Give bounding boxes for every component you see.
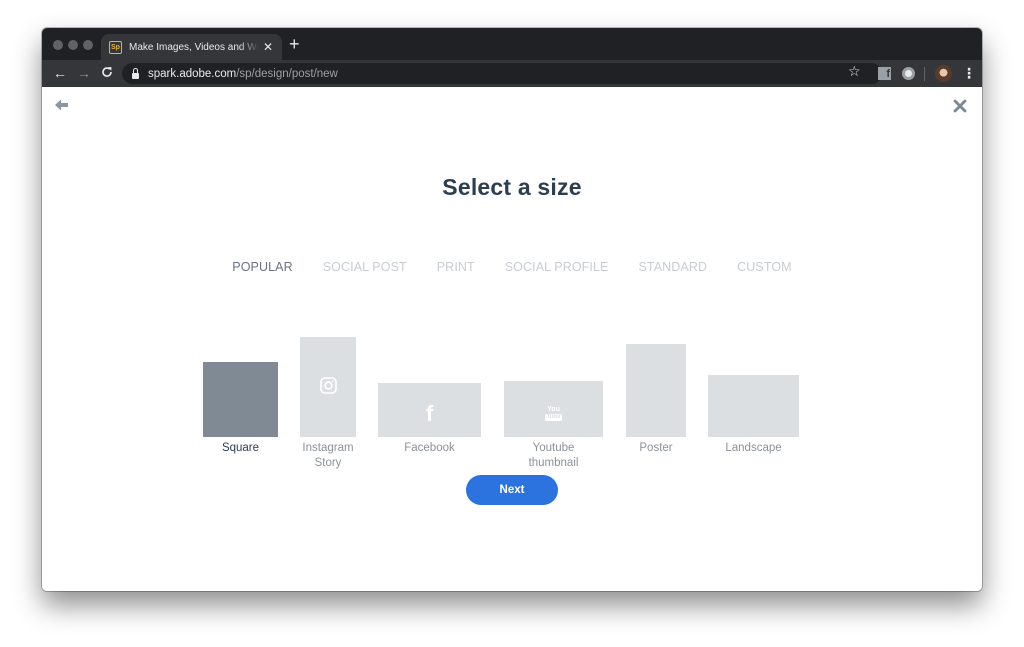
browser-toolbar: ← → spark.adobe.com/sp/design/post/new ☆…: [42, 60, 982, 87]
size-label: Square: [221, 442, 260, 454]
profile-avatar[interactable]: [935, 65, 952, 82]
back-button[interactable]: ←: [53, 64, 67, 82]
address-bar[interactable]: spark.adobe.com/sp/design/post/new: [122, 63, 882, 84]
page-title: Select a size: [442, 174, 582, 200]
toolbar-divider: [924, 67, 925, 81]
close-window-button[interactable]: [53, 40, 63, 50]
size-option-square[interactable]: Square: [203, 303, 278, 454]
browser-tab[interactable]: Sp Make Images, Videos and Web Stories ✕: [101, 34, 282, 60]
url-text: spark.adobe.com/sp/design/post/new: [148, 67, 338, 80]
size-label: Landscape: [725, 442, 782, 454]
size-category-tabs: POPULAR SOCIAL POST PRINT SOCIAL PROFILE…: [42, 260, 982, 274]
landscape-thumbnail: [708, 375, 799, 437]
tab-custom[interactable]: CUSTOM: [737, 260, 792, 274]
square-thumbnail: [203, 362, 278, 437]
tab-title: Make Images, Videos and Web Stories: [129, 41, 259, 53]
new-tab-button[interactable]: +: [289, 35, 300, 53]
browser-window: Sp Make Images, Videos and Web Stories ✕…: [42, 28, 982, 591]
bookmark-star-icon[interactable]: ☆: [848, 63, 861, 80]
tab-social-post[interactable]: SOCIAL POST: [323, 260, 407, 274]
reload-icon: [102, 67, 112, 77]
page-content: Select a size POPULAR SOCIAL POST PRINT …: [42, 87, 982, 591]
size-option-youtube-thumbnail[interactable]: You Tube Youtube thumbnail: [504, 303, 603, 473]
reload-button[interactable]: [101, 64, 113, 82]
tab-print[interactable]: PRINT: [437, 260, 475, 274]
facebook-icon: f: [425, 401, 434, 426]
size-label: Youtube thumbnail: [528, 442, 579, 469]
youtube-icon: You Tube: [544, 405, 563, 421]
tab-close-icon[interactable]: ✕: [263, 40, 273, 54]
adobe-spark-favicon-icon: Sp: [109, 40, 122, 54]
tab-social-profile[interactable]: SOCIAL PROFILE: [505, 260, 609, 274]
browser-menu-icon[interactable]: ⋮: [962, 65, 976, 81]
size-option-landscape[interactable]: Landscape: [708, 303, 799, 454]
size-option-poster[interactable]: Poster: [626, 303, 686, 454]
facebook-thumbnail: f: [378, 383, 481, 437]
poster-thumbnail: [626, 344, 686, 437]
size-label: Facebook: [404, 442, 455, 454]
tab-popular[interactable]: POPULAR: [232, 260, 292, 274]
size-option-instagram-story[interactable]: Instagram Story: [300, 303, 356, 473]
record-extension-icon[interactable]: [902, 67, 915, 80]
maximize-window-button[interactable]: [83, 40, 93, 50]
lock-icon: [132, 67, 139, 79]
facebook-extension-icon[interactable]: f: [878, 67, 891, 80]
next-button[interactable]: Next: [466, 475, 558, 505]
size-option-facebook[interactable]: f Facebook: [378, 303, 481, 454]
instagram-icon: [319, 376, 337, 394]
size-label: Instagram Story: [302, 442, 354, 469]
minimize-window-button[interactable]: [68, 40, 78, 50]
tab-strip: Sp Make Images, Videos and Web Stories ✕…: [42, 28, 982, 60]
youtube-thumbnail: You Tube: [504, 381, 603, 437]
forward-button[interactable]: →: [77, 64, 91, 82]
close-icon[interactable]: [953, 99, 967, 113]
back-arrow-icon[interactable]: [55, 99, 69, 111]
instagram-story-thumbnail: [300, 337, 356, 437]
tab-standard[interactable]: STANDARD: [639, 260, 708, 274]
